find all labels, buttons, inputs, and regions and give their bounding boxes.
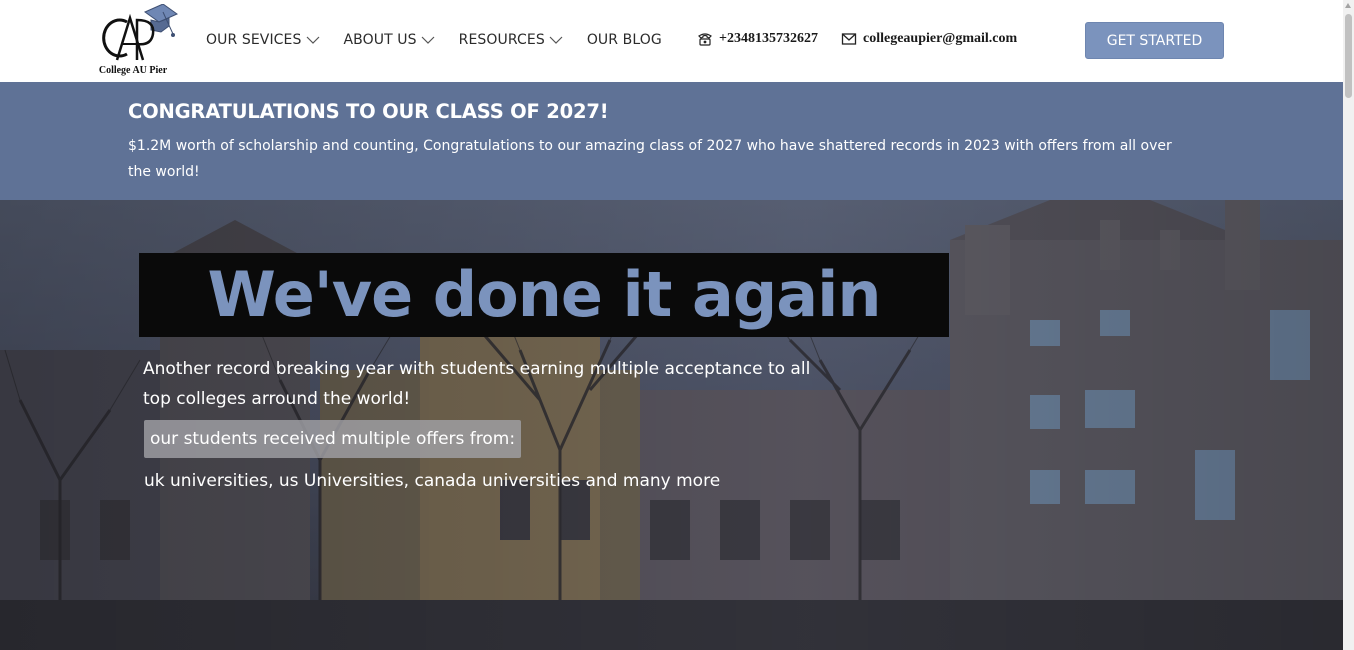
envelope-icon <box>841 33 857 45</box>
site-header: College AU Pier OUR SEVICES ABOUT US RES… <box>0 0 1343 82</box>
nav-item-label: OUR BLOG <box>586 32 662 48</box>
offers-label: our students received multiple offers fr… <box>144 420 522 458</box>
logo-text: College AU Pier <box>98 65 168 76</box>
hero-heading-box: We've done it again <box>139 253 949 337</box>
chevron-down-icon <box>306 36 319 44</box>
chevron-down-icon <box>549 36 563 44</box>
announcement-title: CONGRATULATIONS TO OUR CLASS OF 2027! <box>128 100 609 123</box>
phone-number: +2348135732627 <box>719 31 818 46</box>
logo-graduation-cap-icon <box>102 3 179 61</box>
get-started-button[interactable]: GET STARTED <box>1085 22 1224 59</box>
hero-heading: We've done it again <box>207 258 882 331</box>
nav-item-label: RESOURCES <box>458 32 545 48</box>
chevron-down-icon <box>421 36 435 44</box>
nav-item-our-sevices[interactable]: OUR SEVICES <box>206 32 320 48</box>
nav-item-label: ABOUT US <box>343 32 417 48</box>
main-nav: OUR SEVICES ABOUT US RESOURCES OUR BLOG <box>206 30 686 50</box>
email-address: collegeaupier@gmail.com <box>863 31 1018 46</box>
nav-item-label: OUR SEVICES <box>206 32 302 48</box>
phone-icon <box>698 33 712 46</box>
site-logo[interactable]: College AU Pier <box>97 3 179 78</box>
vertical-scrollbar[interactable] <box>1343 0 1354 650</box>
scroll-up-arrow-icon[interactable] <box>1345 3 1351 8</box>
nav-item-about-us[interactable]: ABOUT US <box>344 32 435 48</box>
email-contact[interactable]: collegeaupier@gmail.com <box>841 31 1017 47</box>
nav-item-our-blog[interactable]: OUR BLOG <box>587 32 662 48</box>
nav-item-resources[interactable]: RESOURCES <box>459 32 563 48</box>
announcement-band: CONGRATULATIONS TO OUR CLASS OF 2027! $1… <box>0 82 1343 200</box>
scrollbar-thumb[interactable] <box>1345 14 1352 98</box>
announcement-text: $1.2M worth of scholarship and counting,… <box>128 138 1172 180</box>
phone-contact[interactable]: +2348135732627 <box>697 31 818 47</box>
universities-list: uk universities, us Universities, canada… <box>144 471 721 491</box>
hero-subheading: Another record breaking year with studen… <box>143 359 811 409</box>
hero-section: We've done it again Another record break… <box>0 200 1343 650</box>
